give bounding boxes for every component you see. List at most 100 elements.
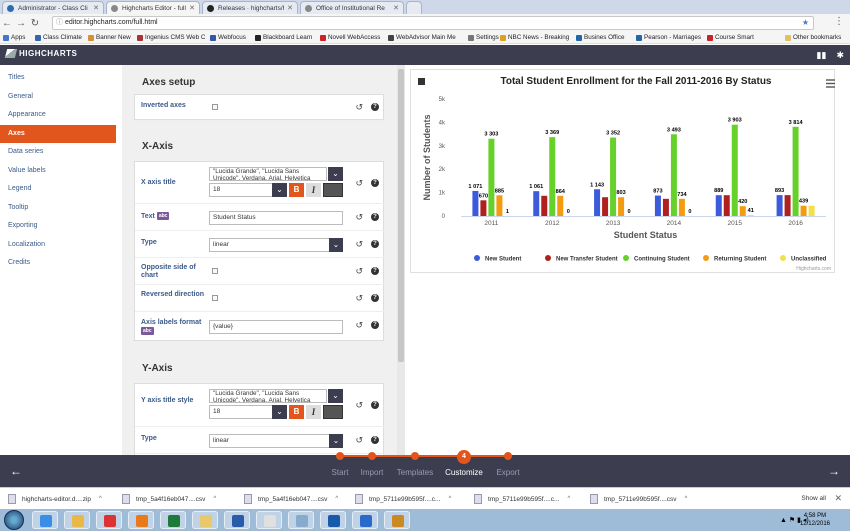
help-icon[interactable]: ? bbox=[371, 436, 379, 444]
chart-bar[interactable] bbox=[776, 195, 783, 216]
legend-symbol[interactable] bbox=[545, 255, 551, 261]
font-family-input[interactable]: "Lucida Grande", "Lucida Sans Unicode", … bbox=[209, 167, 327, 181]
chart-bar[interactable] bbox=[488, 138, 495, 216]
close-icon[interactable]: ✕ bbox=[287, 4, 293, 12]
new-tab-button[interactable] bbox=[406, 1, 422, 14]
lync-icon[interactable] bbox=[352, 511, 378, 529]
chevron-down-icon[interactable]: ⌄ bbox=[272, 183, 287, 197]
outlook-icon[interactable] bbox=[320, 511, 346, 529]
chart-bar[interactable] bbox=[533, 191, 540, 216]
download-item[interactable]: tmp_5a4f16eb047....csv ^ bbox=[244, 488, 338, 510]
help-icon[interactable]: ? bbox=[371, 240, 379, 248]
url-input[interactable]: ⓘ editor.highcharts.com/full.html ★ bbox=[52, 16, 814, 30]
chart-bar[interactable] bbox=[541, 195, 548, 216]
italic-button[interactable]: I bbox=[306, 405, 321, 419]
help-icon[interactable]: ? bbox=[371, 401, 379, 409]
chart-bar[interactable] bbox=[496, 195, 503, 216]
font-size-select[interactable]: 18 bbox=[209, 183, 273, 197]
legend-symbol[interactable] bbox=[474, 255, 480, 261]
reload-icon[interactable]: ↻ bbox=[28, 18, 42, 29]
explorer-icon[interactable] bbox=[64, 511, 90, 529]
chevron-up-icon[interactable]: ^ bbox=[567, 496, 570, 502]
download-item[interactable]: tmp_5711e99b595f....c... ^ bbox=[474, 488, 570, 510]
x-axis-type-select[interactable]: linear ⌄ bbox=[209, 238, 343, 252]
legend-symbol[interactable] bbox=[703, 255, 709, 261]
chart-bar[interactable] bbox=[723, 195, 730, 216]
sidebar-item-value-labels[interactable]: Value labels bbox=[0, 162, 122, 181]
bookmark-item[interactable]: WebAdvisor Main Me bbox=[388, 34, 456, 41]
download-item[interactable]: tmp_5711e99b595f....c... ^ bbox=[355, 488, 451, 510]
wizard-step-dot[interactable]: 4 bbox=[457, 450, 471, 464]
chart-bar[interactable] bbox=[662, 198, 669, 216]
y-axis-type-select[interactable]: linear ⌄ bbox=[209, 434, 343, 448]
bookmark-item[interactable]: Novell WebAccess bbox=[320, 34, 380, 41]
show-all-downloads-link[interactable]: Show all bbox=[801, 495, 826, 502]
chart-bar[interactable] bbox=[792, 126, 799, 216]
chevron-up-icon[interactable]: ^ bbox=[213, 496, 216, 502]
expand-icon[interactable] bbox=[418, 78, 425, 85]
ie-icon[interactable] bbox=[32, 511, 58, 529]
bookmark-star-icon[interactable]: ★ bbox=[802, 17, 809, 29]
browser-tab[interactable]: Office of Institutional Re ✕ bbox=[300, 1, 404, 14]
bookmark-item[interactable]: Pearson - Marriages bbox=[636, 34, 701, 41]
chevron-down-icon[interactable]: ⌄ bbox=[272, 405, 287, 419]
opposite-checkbox[interactable] bbox=[212, 268, 218, 274]
bookmark-item[interactable]: Other bookmarks bbox=[785, 34, 841, 41]
sidebar-item-titles[interactable]: Titles bbox=[0, 69, 122, 88]
sidebar-item-axes[interactable]: Axes bbox=[0, 124, 116, 143]
chart-bar[interactable] bbox=[618, 197, 625, 216]
sidebar-item-data-series[interactable]: Data series bbox=[0, 143, 122, 162]
sidebar-item-general[interactable]: General bbox=[0, 88, 122, 107]
sidebar-item-exporting[interactable]: Exporting bbox=[0, 217, 122, 236]
reset-icon[interactable]: ↺ bbox=[355, 266, 363, 277]
chart-icon[interactable]: ▮▮ bbox=[817, 50, 827, 61]
legend-item[interactable]: Continuing Student bbox=[634, 257, 690, 263]
reset-icon[interactable]: ↺ bbox=[355, 212, 363, 223]
chevron-down-icon[interactable]: ⌄ bbox=[329, 238, 343, 252]
chrome-icon[interactable] bbox=[96, 511, 122, 529]
wizard-step-dot[interactable] bbox=[411, 452, 419, 460]
scrollbar-thumb[interactable] bbox=[398, 69, 404, 362]
reset-icon[interactable]: ↺ bbox=[355, 102, 363, 113]
chevron-up-icon[interactable]: ^ bbox=[99, 496, 102, 502]
chevron-up-icon[interactable]: ^ bbox=[448, 496, 451, 502]
system-clock[interactable]: 4:58 PM 12/12/2016 bbox=[800, 512, 830, 528]
legend-item[interactable]: New Transfer Student bbox=[556, 257, 618, 263]
word-icon[interactable] bbox=[224, 511, 250, 529]
bookmark-item[interactable]: Settings bbox=[468, 34, 499, 41]
x-axis-text-input[interactable]: Student Status bbox=[209, 211, 343, 225]
browser-tab[interactable]: Administrator - Class Cli ✕ bbox=[2, 1, 104, 14]
start-button[interactable] bbox=[4, 510, 24, 530]
color-picker-button[interactable] bbox=[323, 183, 343, 197]
chart-bar[interactable] bbox=[678, 198, 685, 216]
chart-bar[interactable] bbox=[808, 205, 815, 216]
font-family-input[interactable]: "Lucida Grande", "Lucida Sans Unicode", … bbox=[209, 389, 327, 403]
help-icon[interactable]: ? bbox=[371, 321, 379, 329]
gear-icon[interactable]: ✱ bbox=[836, 50, 844, 61]
browser-menu-icon[interactable]: ⋮ bbox=[834, 16, 844, 27]
inverted-axes-checkbox[interactable] bbox=[212, 104, 218, 110]
reset-icon[interactable]: ↺ bbox=[355, 400, 363, 411]
settings-icon[interactable] bbox=[288, 511, 314, 529]
chevron-down-icon[interactable]: ⌄ bbox=[329, 434, 343, 448]
font-size-select[interactable]: 18 bbox=[209, 405, 273, 419]
chart-credits[interactable]: Highcharts.com bbox=[796, 266, 831, 272]
help-icon[interactable]: ? bbox=[371, 103, 379, 111]
wizard-step-dot[interactable] bbox=[504, 452, 512, 460]
reset-icon[interactable]: ↺ bbox=[355, 320, 363, 331]
legend-item[interactable]: Returning Student bbox=[714, 257, 766, 263]
download-item[interactable]: tmp_5a4f16eb047....csv ^ bbox=[122, 488, 216, 510]
sidebar-item-legend[interactable]: Legend bbox=[0, 180, 122, 199]
folder-icon[interactable] bbox=[192, 511, 218, 529]
chart-bar[interactable] bbox=[480, 200, 487, 216]
bookmark-item[interactable]: Blackboard Learn bbox=[255, 34, 312, 41]
chart-bar[interactable] bbox=[715, 195, 722, 216]
bookmark-item[interactable]: Ingenius CMS Web C bbox=[137, 34, 205, 41]
paint-icon[interactable] bbox=[256, 511, 282, 529]
back-icon[interactable]: ← bbox=[0, 18, 14, 29]
excel-icon[interactable] bbox=[160, 511, 186, 529]
download-item[interactable]: highcharts-editor.d....zip ^ bbox=[8, 488, 102, 510]
browser-tab-active[interactable]: Highcharts Editor - full ✕ bbox=[106, 1, 200, 14]
reset-icon[interactable]: ↺ bbox=[355, 435, 363, 446]
download-item[interactable]: tmp_5711e99b595f....csv ^ bbox=[590, 488, 687, 510]
